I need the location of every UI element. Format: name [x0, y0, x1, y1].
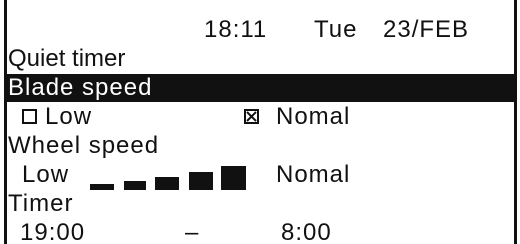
clock-time: 18:11	[204, 16, 268, 43]
blade-low-label: Low	[45, 103, 93, 130]
blade-normal-checkbox[interactable]	[244, 109, 259, 124]
menu-item-quiet-timer[interactable]: Quiet timer	[8, 45, 125, 73]
level-segment-1	[90, 184, 114, 190]
timer-separator: –	[185, 219, 200, 244]
timer-start[interactable]: 19:00	[20, 219, 85, 244]
checkmark-x-icon	[246, 111, 257, 122]
weekday: Tue	[314, 16, 358, 43]
screen-border-left	[4, 0, 7, 244]
menu-item-timer[interactable]: Timer	[8, 190, 73, 218]
wheel-low-label: Low	[22, 161, 70, 188]
blade-low-checkbox[interactable]	[22, 109, 37, 124]
wheel-normal-label: Nomal	[276, 161, 351, 188]
blade-normal-label: Nomal	[276, 103, 351, 130]
level-segment-2	[124, 181, 146, 190]
screen-border-right	[514, 0, 517, 244]
blade-speed-title: Blade speed	[8, 74, 153, 101]
lcd-screen: 18:11 Tue 23/FEB Quiet timer Blade speed…	[0, 0, 520, 244]
menu-item-wheel-speed[interactable]: Wheel speed	[8, 132, 159, 160]
timer-end[interactable]: 8:00	[281, 219, 332, 244]
level-segment-3	[155, 177, 179, 190]
level-segment-5	[221, 166, 246, 190]
level-segment-4	[189, 172, 213, 190]
date: 23/FEB	[383, 16, 470, 43]
